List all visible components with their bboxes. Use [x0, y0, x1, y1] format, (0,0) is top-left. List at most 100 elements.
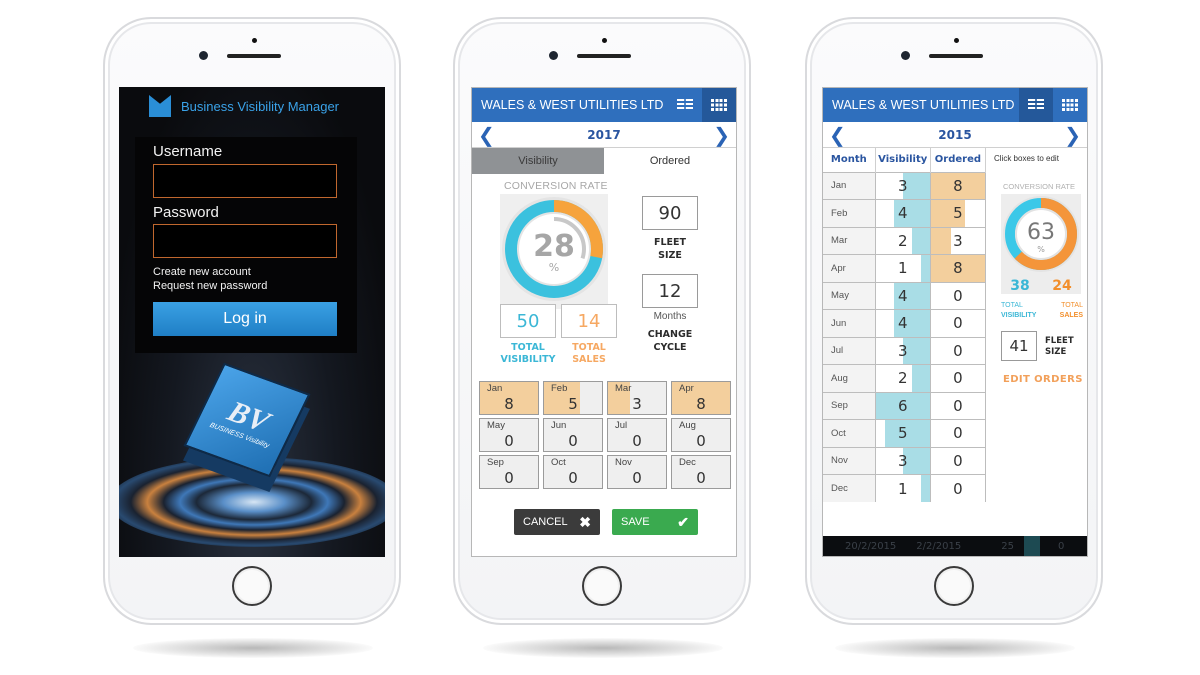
label-line: CHANGE — [647, 329, 693, 340]
password-input[interactable] — [153, 224, 337, 258]
phone-login: Business Visibility Manager Username Pas… — [103, 17, 401, 625]
month-cell-jul[interactable]: Jul 0 — [607, 418, 667, 452]
list-view-button[interactable] — [1019, 88, 1053, 122]
visibility-cell[interactable]: 4 — [875, 199, 931, 227]
month-name: Jul — [615, 420, 628, 431]
fleet-size-value[interactable]: 90 — [642, 196, 698, 230]
total-visibility-value[interactable]: 50 — [500, 304, 556, 338]
month-cell-nov[interactable]: Nov 0 — [607, 455, 667, 489]
ordered-cell[interactable]: 0 — [930, 391, 987, 420]
total-sales-value[interactable]: 14 — [561, 304, 617, 338]
visibility-value: 1 — [897, 259, 908, 278]
request-password-link[interactable]: Request new password — [153, 280, 267, 292]
month-cell-jan[interactable]: Jan 8 — [479, 381, 539, 415]
visibility-cell[interactable]: 2 — [875, 364, 931, 392]
cancel-button[interactable]: CANCEL ✖ — [514, 509, 600, 535]
change-cycle-unit: Months — [653, 311, 687, 322]
month-value: 0 — [568, 469, 578, 487]
create-account-link[interactable]: Create new account — [153, 266, 251, 278]
month-cell: Feb — [823, 199, 876, 227]
ordered-value: 8 — [953, 176, 963, 195]
ordered-cell[interactable]: 3 — [930, 226, 987, 255]
tab-visibility[interactable]: Visibility — [472, 148, 604, 174]
footer-strip: 20/2/2015 2/2/2015 25 0 — [823, 536, 1087, 556]
ordered-cell[interactable]: 0 — [930, 446, 987, 475]
visibility-bar — [911, 227, 930, 254]
label-line: VISIBILITY — [500, 354, 556, 365]
month-name: Oct — [551, 457, 566, 468]
home-button[interactable] — [934, 566, 974, 606]
month-name: Jun — [551, 420, 567, 431]
footer-date-1: 20/2/2015 — [845, 540, 897, 552]
visibility-cell[interactable]: 3 — [875, 336, 931, 365]
percent-sign: % — [549, 261, 559, 274]
chevron-left-icon[interactable]: ❮ — [472, 125, 501, 145]
month-cell-aug[interactable]: Aug 0 — [671, 418, 731, 452]
total-visibility-value[interactable]: 38 — [1001, 278, 1039, 294]
visibility-cell[interactable]: 6 — [875, 391, 931, 420]
grid-view-button[interactable] — [1053, 88, 1087, 122]
month-cell-oct[interactable]: Oct 0 — [543, 455, 603, 489]
username-input[interactable] — [153, 164, 337, 198]
ordered-cell[interactable]: 0 — [930, 364, 987, 392]
footer-value-1: 25 — [1001, 540, 1014, 552]
list-view-icon — [1028, 99, 1044, 111]
phone-speaker — [929, 54, 983, 58]
ordered-cell[interactable]: 0 — [930, 281, 987, 310]
total-sales-label: TOTAL SALES — [1053, 301, 1083, 321]
visibility-cell[interactable]: 1 — [875, 474, 931, 502]
save-button[interactable]: SAVE ✔ — [612, 509, 698, 535]
phone-speaker — [227, 54, 281, 58]
company-title: WALES & WEST UTILITIES LTD — [481, 98, 664, 112]
ordered-cell[interactable]: 8 — [930, 254, 987, 282]
ordered-cell[interactable]: 0 — [930, 309, 987, 337]
change-cycle-value[interactable]: 12 — [642, 274, 698, 308]
month-cell-feb[interactable]: Feb 5 — [543, 381, 603, 415]
ordered-cell[interactable]: 0 — [930, 336, 987, 365]
month-name: Feb — [551, 383, 568, 394]
footer-value-2: 0 — [1057, 540, 1065, 552]
phone-sensor — [252, 38, 257, 43]
visibility-cell[interactable]: 3 — [875, 171, 931, 200]
month-cell-jun[interactable]: Jun 0 — [543, 418, 603, 452]
visibility-cell[interactable]: 1 — [875, 254, 931, 282]
ordered-cell[interactable]: 8 — [930, 171, 987, 200]
chevron-left-icon[interactable]: ❮ — [823, 125, 852, 145]
month-cell-dec[interactable]: Dec 0 — [671, 455, 731, 489]
change-cycle-label: CHANGE CYCLE — [632, 328, 708, 354]
ordered-cell[interactable]: 5 — [930, 199, 987, 227]
year-label: 2017 — [587, 127, 621, 142]
ordered-cell[interactable]: 0 — [930, 474, 987, 502]
table-row: Sep 6 0 — [823, 391, 987, 420]
home-button[interactable] — [582, 566, 622, 606]
login-button[interactable]: Log in — [153, 302, 337, 336]
month-cell-mar[interactable]: Mar 3 — [607, 381, 667, 415]
month-value: 3 — [632, 395, 642, 413]
month-name: Sep — [487, 457, 504, 468]
edit-orders-button[interactable]: EDIT ORDERS — [1003, 374, 1083, 385]
ordered-value: 0 — [953, 286, 963, 305]
visibility-value: 4 — [897, 286, 908, 305]
list-view-button[interactable] — [668, 88, 702, 122]
fleet-size-value[interactable]: 41 — [1001, 331, 1037, 361]
month-cell-sep[interactable]: Sep 0 — [479, 455, 539, 489]
visibility-cell[interactable]: 5 — [875, 419, 931, 447]
visibility-cell[interactable]: 2 — [875, 226, 931, 255]
total-sales-value[interactable]: 24 — [1043, 278, 1081, 294]
month-cell-may[interactable]: May 0 — [479, 418, 539, 452]
month-name: Mar — [615, 383, 632, 394]
home-button[interactable] — [232, 566, 272, 606]
chevron-right-icon[interactable]: ❯ — [707, 125, 736, 145]
month-cell-apr[interactable]: Apr 8 — [671, 381, 731, 415]
grid-view-button[interactable] — [702, 88, 736, 122]
app-header: Business Visibility Manager — [149, 95, 339, 117]
tab-ordered[interactable]: Ordered — [604, 148, 736, 174]
save-label: SAVE — [621, 516, 650, 528]
visibility-cell[interactable]: 4 — [875, 309, 931, 337]
visibility-cell[interactable]: 3 — [875, 446, 931, 475]
label-line: SIZE — [1045, 347, 1067, 357]
visibility-cell[interactable]: 4 — [875, 281, 931, 310]
ordered-cell[interactable]: 0 — [930, 419, 987, 447]
username-label: Username — [153, 143, 223, 160]
chevron-right-icon[interactable]: ❯ — [1058, 125, 1087, 145]
